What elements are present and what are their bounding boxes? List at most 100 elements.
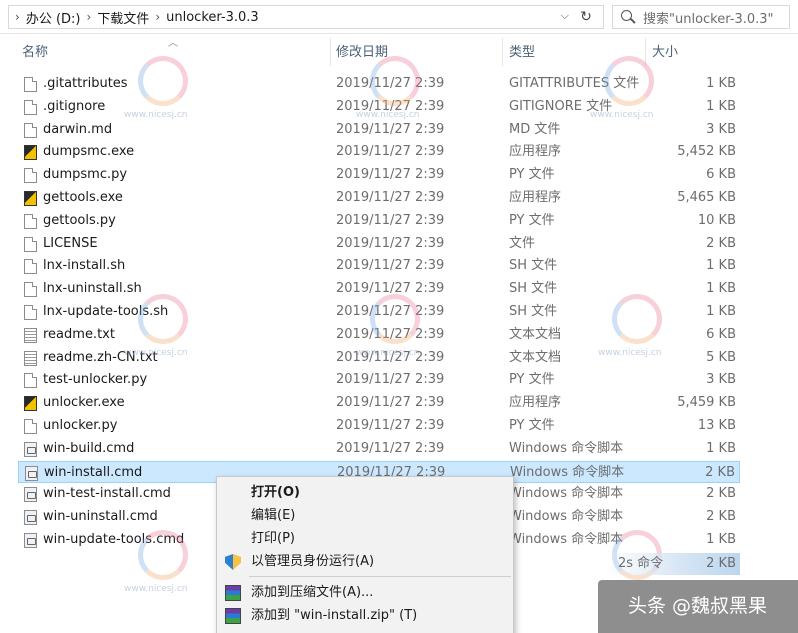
cmd-icon <box>24 533 37 548</box>
menu-item-edit[interactable]: 编辑(E) <box>251 505 295 527</box>
file-row[interactable]: gettools.py 2019/11/27 2:39 PY 文件 10 KB <box>18 210 740 232</box>
source-badge: 头条 @魏叔黑果 <box>598 580 798 633</box>
column-divider[interactable] <box>330 38 331 66</box>
menu-item-add-to-zip[interactable]: 添加到 "win-install.zip" (T) <box>251 605 417 627</box>
file-name: win-build.cmd <box>43 441 135 456</box>
file-icon <box>24 237 37 252</box>
watermark-text: www.nicesj.cn <box>598 348 662 358</box>
file-modified-date: 2019/11/27 2:39 <box>336 441 445 456</box>
breadcrumb-current-folder[interactable]: unlocker-3.0.3 <box>166 10 259 25</box>
address-bar: › 办公 (D:) › 下载文件 › unlocker-3.0.3 ⌵ ↻ 搜索… <box>0 0 798 34</box>
file-row[interactable]: dumpsmc.py 2019/11/27 2:39 PY 文件 6 KB <box>18 164 740 186</box>
file-name: win-test-install.cmd <box>43 486 171 501</box>
file-row[interactable]: test-unlocker.py 2019/11/27 2:39 PY 文件 3 KB <box>18 369 740 391</box>
file-type: Windows 命令脚本 <box>510 465 625 480</box>
file-type: Windows 命令脚本 <box>509 532 624 547</box>
file-modified-date: 2019/11/27 2:39 <box>336 236 445 251</box>
file-modified-date: 2019/11/27 2:39 <box>336 213 445 228</box>
file-type: PY 文件 <box>509 167 555 182</box>
file-modified-date: 2019/11/27 2:39 <box>336 190 445 205</box>
file-icon <box>24 305 37 320</box>
text-file-icon <box>24 351 37 366</box>
column-header-size[interactable]: 大小 <box>652 40 678 66</box>
file-row[interactable]: lnx-install.sh 2019/11/27 2:39 SH 文件 1 KB <box>18 255 740 277</box>
file-icon <box>24 100 37 115</box>
file-size: 1 KB <box>706 441 736 456</box>
watermark-text: www.nicesj.cn <box>124 348 188 358</box>
file-name: .gitignore <box>43 99 106 114</box>
chevron-right-icon: › <box>86 10 92 24</box>
cmd-icon <box>24 487 37 502</box>
file-type: 应用程序 <box>509 395 562 410</box>
text-file-icon <box>24 328 37 343</box>
file-size: 6 KB <box>706 327 736 342</box>
file-row[interactable]: gettools.exe 2019/11/27 2:39 应用程序 5,465 KB <box>18 187 740 209</box>
file-size: 3 KB <box>706 372 736 387</box>
chevron-down-icon[interactable]: ⌵ <box>561 9 569 23</box>
file-icon <box>24 282 37 297</box>
watermark-logo-icon <box>138 530 188 580</box>
file-row[interactable]: darwin.md 2019/11/27 2:39 MD 文件 3 KB <box>18 119 740 141</box>
file-row[interactable]: unlocker.py 2019/11/27 2:39 PY 文件 13 KB <box>18 415 740 437</box>
breadcrumb[interactable]: › 办公 (D:) › 下载文件 › unlocker-3.0.3 ⌵ ↻ <box>8 5 604 29</box>
file-type: PY 文件 <box>509 372 555 387</box>
file-row[interactable]: dumpsmc.exe 2019/11/27 2:39 应用程序 5,452 KB <box>18 141 740 163</box>
file-type: 文本文档 <box>509 350 562 365</box>
chevron-right-icon[interactable]: › <box>9 10 26 24</box>
cmd-icon <box>25 466 38 481</box>
file-name: dumpsmc.py <box>43 167 128 182</box>
file-modified-date: 2019/11/27 2:39 <box>336 167 445 182</box>
status-overlay-text: 2s 命令 <box>618 556 664 571</box>
file-type: SH 文件 <box>509 258 558 273</box>
watermark-logo-icon <box>370 294 420 344</box>
cmd-icon <box>24 442 37 457</box>
watermark-logo-icon <box>138 56 188 106</box>
file-name: win-uninstall.cmd <box>43 509 158 524</box>
menu-separator <box>249 576 511 577</box>
menu-item-run-as-admin[interactable]: 以管理员身份运行(A) <box>251 551 374 573</box>
watermark-text: www.nicesj.cn <box>124 584 188 594</box>
file-type: MD 文件 <box>509 122 561 137</box>
watermark-logo-icon <box>138 294 188 344</box>
file-size: 6 KB <box>706 167 736 182</box>
menu-item-print[interactable]: 打印(P) <box>251 528 295 550</box>
menu-item-add-to-archive[interactable]: 添加到压缩文件(A)... <box>251 582 373 604</box>
file-name: gettools.exe <box>43 190 123 205</box>
file-icon <box>24 373 37 388</box>
file-icon <box>24 214 37 229</box>
file-size: 1 KB <box>706 532 736 547</box>
file-name: lnx-install.sh <box>43 258 126 273</box>
context-menu: 打开(O) 编辑(E) 打印(P) 以管理员身份运行(A) 添加到压缩文件(A)… <box>216 476 514 633</box>
file-name: unlocker.py <box>43 418 118 433</box>
file-name: readme.txt <box>43 327 115 342</box>
exe-icon <box>24 191 37 206</box>
watermark-text: www.nicesj.cn <box>356 348 420 358</box>
watermark-logo-icon <box>604 56 654 106</box>
search-placeholder: 搜索"unlocker-3.0.3" <box>643 11 774 27</box>
file-row[interactable]: LICENSE 2019/11/27 2:39 文件 2 KB <box>18 233 740 255</box>
file-row[interactable]: unlocker.exe 2019/11/27 2:39 应用程序 5,459 KB <box>18 392 740 414</box>
file-name: LICENSE <box>43 236 98 251</box>
shield-icon <box>225 554 241 570</box>
refresh-icon[interactable]: ↻ <box>575 8 597 26</box>
chevron-right-icon: › <box>155 10 161 24</box>
file-size: 2 KB <box>706 236 736 251</box>
file-row[interactable]: win-build.cmd 2019/11/27 2:39 Windows 命令脚本… <box>18 438 740 460</box>
column-header-type[interactable]: 类型 <box>509 40 535 66</box>
menu-item-open[interactable]: 打开(O) <box>251 482 300 504</box>
column-header-name[interactable]: 名称 <box>22 40 48 66</box>
file-modified-date: 2019/11/27 2:39 <box>336 258 445 273</box>
file-size: 1 KB <box>706 258 736 273</box>
file-icon <box>24 259 37 274</box>
search-input[interactable]: 搜索"unlocker-3.0.3" <box>612 5 790 29</box>
file-size: 5,459 KB <box>677 395 736 410</box>
file-size: 3 KB <box>706 122 736 137</box>
file-icon <box>24 77 37 92</box>
column-divider[interactable] <box>502 38 503 66</box>
exe-icon <box>24 145 37 160</box>
breadcrumb-downloads[interactable]: 下载文件 <box>97 8 149 27</box>
breadcrumb-drive[interactable]: 办公 (D:) <box>26 8 81 27</box>
watermark-logo-icon <box>612 294 662 344</box>
file-name: dumpsmc.exe <box>43 144 135 159</box>
file-type: PY 文件 <box>509 418 555 433</box>
